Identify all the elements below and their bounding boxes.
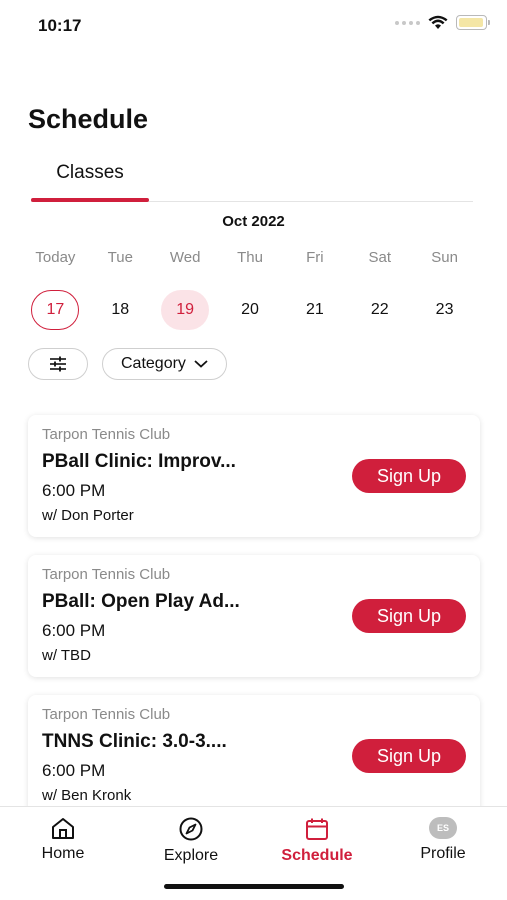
class-time: 6:00 PM	[42, 761, 106, 780]
status-bar: 10:17	[0, 0, 507, 50]
chevron-down-icon	[194, 360, 208, 368]
class-card[interactable]: Tarpon Tennis Club PBall: Open Play Ad..…	[28, 555, 480, 677]
class-list: Tarpon Tennis Club PBall Clinic: Improv.…	[28, 415, 480, 835]
nav-explore-label: Explore	[163, 847, 219, 864]
class-time: 6:00 PM	[42, 481, 106, 500]
status-time: 10:17	[38, 16, 82, 35]
home-indicator[interactable]	[164, 884, 344, 889]
weekday-label: Today	[35, 249, 76, 266]
weekday-label: Wed	[169, 249, 201, 266]
weekday-label: Sat	[368, 249, 391, 266]
compass-icon	[179, 817, 203, 841]
weekday-label: Sun	[431, 249, 458, 266]
class-instructor: w/ TBD	[42, 647, 91, 664]
sign-up-button[interactable]: Sign Up	[352, 739, 466, 773]
sign-up-button[interactable]: Sign Up	[352, 459, 466, 493]
weekday-label: Thu	[237, 249, 263, 266]
home-icon	[52, 818, 74, 839]
nav-explore[interactable]: Explore	[136, 817, 246, 865]
weekday-label: Fri	[306, 249, 324, 266]
filter-row: Category	[28, 348, 227, 380]
battery-icon	[456, 15, 490, 30]
date-selected[interactable]: 19	[161, 290, 210, 330]
date-button[interactable]: 22	[356, 290, 404, 330]
weekday-row: Today Tue Wed Thu Fri Sat Sun	[23, 249, 477, 266]
date-today[interactable]: 17	[31, 290, 80, 330]
month-label: Oct 2022	[222, 213, 285, 230]
sliders-icon	[50, 356, 66, 372]
class-instructor: w/ Don Porter	[42, 507, 134, 524]
class-card[interactable]: Tarpon Tennis Club PBall Clinic: Improv.…	[28, 415, 480, 537]
category-label: Category	[121, 355, 186, 372]
category-dropdown[interactable]: Category	[102, 348, 227, 380]
class-venue: Tarpon Tennis Club	[42, 426, 171, 443]
weekday-label: Tue	[107, 249, 133, 266]
wifi-icon	[428, 15, 448, 29]
active-tab-indicator	[31, 198, 149, 202]
date-button[interactable]: 18	[96, 290, 144, 330]
nav-home-label: Home	[41, 845, 85, 862]
nav-schedule[interactable]: Schedule	[262, 817, 372, 865]
tab-classes[interactable]: Classes	[31, 158, 149, 202]
class-title: PBall Clinic: Improv...	[42, 451, 236, 472]
nav-profile[interactable]: ES Profile	[388, 817, 498, 863]
avatar: ES	[429, 817, 457, 839]
battery-level	[459, 18, 483, 27]
status-icons	[395, 15, 490, 30]
class-card[interactable]: Tarpon Tennis Club TNNS Clinic: 3.0-3...…	[28, 695, 480, 817]
nav-schedule-label: Schedule	[281, 847, 353, 864]
nav-profile-label: Profile	[420, 845, 466, 862]
date-button[interactable]: 21	[291, 290, 339, 330]
tab-bar-top: Classes	[31, 158, 473, 202]
class-time: 6:00 PM	[42, 621, 106, 640]
class-instructor: w/ Ben Kronk	[42, 787, 132, 804]
class-title: PBall: Open Play Ad...	[42, 591, 240, 612]
date-button[interactable]: 23	[421, 290, 469, 330]
date-button[interactable]: 20	[226, 290, 274, 330]
class-title: TNNS Clinic: 3.0-3....	[42, 731, 227, 752]
cellular-signal-icon	[395, 20, 420, 25]
calendar-icon	[306, 818, 328, 840]
filter-settings-button[interactable]	[28, 348, 88, 380]
date-row: 17 18 19 20 21 22 23	[23, 290, 477, 330]
tab-classes-label: Classes	[56, 162, 124, 183]
page-title: Schedule	[28, 104, 149, 134]
sign-up-button[interactable]: Sign Up	[352, 599, 466, 633]
nav-home[interactable]: Home	[8, 817, 118, 863]
class-venue: Tarpon Tennis Club	[42, 706, 171, 723]
class-venue: Tarpon Tennis Club	[42, 566, 171, 583]
